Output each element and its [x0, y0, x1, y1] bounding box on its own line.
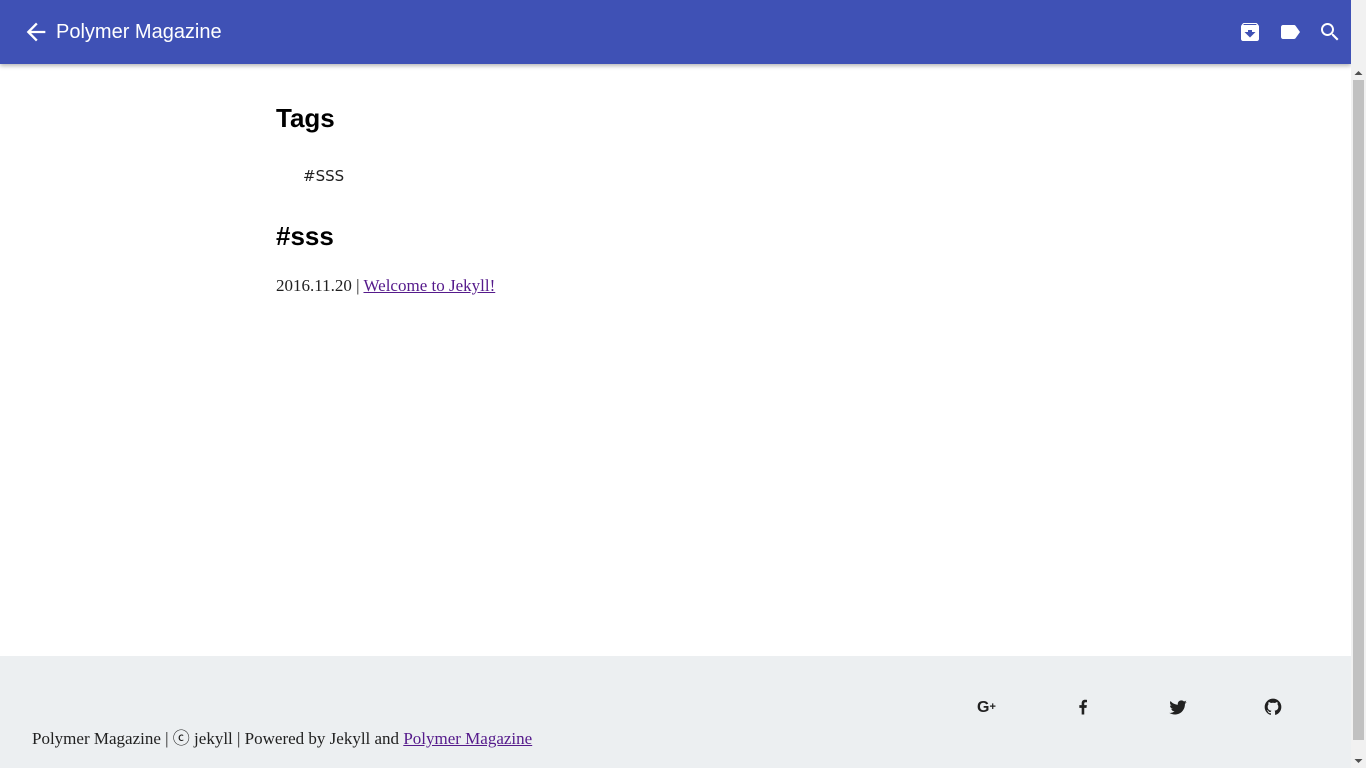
tag-list-item: #SSS — [303, 166, 344, 186]
tags-heading: Tags — [276, 103, 335, 133]
archive-button[interactable] — [1238, 20, 1262, 44]
tag-heading: #sss — [276, 221, 334, 251]
footer-copyright: ⓒ jekyll — [172, 729, 233, 748]
google-plus-link[interactable]: G+ — [977, 697, 997, 717]
footer-credits: Polymer Magazine | ⓒ jekyll | Powered by… — [32, 728, 532, 750]
footer-separator: | — [237, 729, 241, 748]
app-bar: Polymer Magazine — [0, 0, 1351, 64]
tag-list: #SSS — [303, 166, 344, 186]
label-icon — [1281, 25, 1300, 39]
post-separator: | — [356, 276, 360, 295]
scroll-down-arrow-icon — [1354, 759, 1363, 763]
scroll-down-button[interactable] — [1351, 754, 1366, 768]
tags-button[interactable] — [1278, 20, 1302, 44]
post-list-item: 2016.11.20 | Welcome to Jekyll! — [276, 275, 495, 297]
twitter-icon — [1169, 700, 1187, 715]
twitter-link[interactable] — [1168, 697, 1188, 717]
scrollbar[interactable] — [1351, 0, 1366, 768]
facebook-link[interactable] — [1073, 697, 1093, 717]
facebook-icon — [1079, 699, 1087, 715]
back-button[interactable] — [22, 18, 50, 46]
app-title[interactable]: Polymer Magazine — [56, 19, 222, 45]
post-date: 2016.11.20 — [276, 276, 352, 295]
footer-theme-link[interactable]: Polymer Magazine — [403, 729, 532, 748]
search-icon — [1321, 23, 1339, 41]
footer-separator: | — [165, 729, 169, 748]
github-link[interactable] — [1263, 697, 1283, 717]
scroll-up-arrow-icon — [1354, 71, 1363, 75]
scroll-up-button[interactable] — [1351, 66, 1366, 80]
google-plus-icon: G+ — [977, 699, 996, 716]
arrow-back-icon — [26, 22, 46, 42]
footer-site-name: Polymer Magazine — [32, 729, 161, 748]
footer: G+ Polymer Magazine | ⓒ jekyll | Powered… — [0, 656, 1351, 768]
search-button[interactable] — [1318, 20, 1342, 44]
tag-link[interactable]: #SSS — [303, 167, 344, 185]
scroll-thumb[interactable] — [1353, 80, 1364, 740]
github-icon — [1264, 698, 1282, 715]
footer-powered-by: Powered by Jekyll and — [244, 729, 400, 748]
archive-icon — [1241, 23, 1259, 41]
page: Polymer Magazine Tags #SSS #sss 2016.11.… — [0, 0, 1351, 768]
post-link[interactable]: Welcome to Jekyll! — [363, 276, 495, 295]
